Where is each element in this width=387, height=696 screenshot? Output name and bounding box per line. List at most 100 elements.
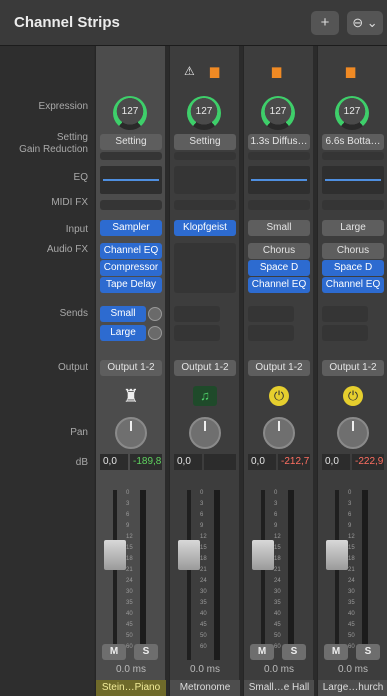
db-scale-tick: 35 xyxy=(348,600,355,606)
track-name[interactable]: Metronome xyxy=(170,680,240,696)
send-level-knob[interactable] xyxy=(148,307,162,321)
send-slot-empty[interactable] xyxy=(174,325,220,341)
pan-knob[interactable] xyxy=(337,417,369,449)
volume-fader[interactable] xyxy=(252,540,274,570)
volume-fader[interactable] xyxy=(104,540,126,570)
send-small[interactable]: Small xyxy=(100,306,146,322)
piano-icon[interactable]: ♜ xyxy=(119,386,143,406)
db-scale-tick: 40 xyxy=(348,611,355,617)
mute-button[interactable]: M xyxy=(324,644,348,660)
db-scale-tick: 24 xyxy=(274,578,281,584)
expression-value: 127 xyxy=(269,106,287,117)
audio-fx-slot-3[interactable]: Channel EQ xyxy=(248,277,310,293)
expression-value: 127 xyxy=(343,106,361,117)
db-scale-tick: 21 xyxy=(348,567,355,573)
audio-fx-slot-2[interactable]: Space D xyxy=(248,260,310,276)
eq-display[interactable] xyxy=(100,166,162,194)
output-button[interactable]: Output 1-2 xyxy=(248,360,310,376)
setting-button[interactable]: Setting xyxy=(174,134,236,150)
channel-strip-4[interactable]: ▆ 127 6.6s Botta… Large Chorus Space D C… xyxy=(317,46,387,696)
audio-fx-slot-3[interactable]: Tape Delay xyxy=(100,277,162,293)
track-name[interactable]: Small…e Hall xyxy=(244,680,314,696)
setting-button[interactable]: Setting xyxy=(100,134,162,150)
volume-fader[interactable] xyxy=(326,540,348,570)
db-scale-tick: 35 xyxy=(274,600,281,606)
midi-fx-slot[interactable] xyxy=(322,200,384,210)
db-scale-tick: 12 xyxy=(274,534,281,540)
audio-fx-slot-1[interactable]: Chorus xyxy=(322,243,384,259)
power-icon[interactable]: ⏻ xyxy=(343,386,363,406)
channel-strip-1[interactable]: 127 Setting Sampler Channel EQ Compresso… xyxy=(95,46,166,696)
db-peak: -212,7 xyxy=(278,454,310,470)
db-scale-tick: 45 xyxy=(126,622,133,628)
eq-display[interactable] xyxy=(248,166,310,194)
label-pan: Pan xyxy=(70,427,88,438)
music-note-icon[interactable]: ♫ xyxy=(193,386,217,406)
track-name[interactable]: Large…hurch xyxy=(318,680,387,696)
channel-strip-3[interactable]: ▆ 127 1.3s Diffus… Small Chorus Space D … xyxy=(243,46,314,696)
output-button[interactable]: Output 1-2 xyxy=(322,360,384,376)
send-slot-empty[interactable] xyxy=(248,306,294,322)
input-slot[interactable]: Klopfgeist xyxy=(174,220,236,236)
channel-strip-2[interactable]: ⚠ ▆ 127 Setting Klopfgeist Output 1-2 ♫ … xyxy=(169,46,240,696)
output-button[interactable]: Output 1-2 xyxy=(174,360,236,376)
db-scale-tick: 15 xyxy=(126,545,133,551)
label-expression: Expression xyxy=(38,101,88,112)
eq-display[interactable] xyxy=(322,166,384,194)
add-strip-button[interactable]: + xyxy=(311,11,339,35)
channel-strips-header: Channel Strips + ⊖ ⌄ xyxy=(0,0,387,46)
db-scale-tick: 6 xyxy=(348,512,352,518)
midi-fx-slot[interactable] xyxy=(174,200,236,210)
setting-button[interactable]: 1.3s Diffus… xyxy=(248,134,310,150)
label-input: Input xyxy=(65,224,88,235)
pan-knob[interactable] xyxy=(263,417,295,449)
audio-fx-slot-2[interactable]: Compressor xyxy=(100,260,162,276)
fader-track xyxy=(335,490,339,660)
mute-button[interactable]: M xyxy=(250,644,274,660)
expression-knob[interactable]: 127 xyxy=(187,96,221,130)
power-icon[interactable]: ⏻ xyxy=(269,386,289,406)
db-scale-tick: 45 xyxy=(274,622,281,628)
more-options-button[interactable]: ⊖ ⌄ xyxy=(347,11,383,35)
db-value: 0,0 xyxy=(248,454,276,470)
audio-fx-slot-3[interactable]: Channel EQ xyxy=(322,277,384,293)
expression-knob[interactable]: 127 xyxy=(335,96,369,130)
volume-fader[interactable] xyxy=(178,540,200,570)
setting-button[interactable]: 6.6s Botta… xyxy=(322,134,384,150)
input-slot[interactable]: Sampler xyxy=(100,220,162,236)
send-slot-empty[interactable] xyxy=(322,306,368,322)
send-level-knob[interactable] xyxy=(148,326,162,340)
db-scale-tick: 60 xyxy=(200,644,207,650)
send-slot-empty[interactable] xyxy=(174,306,220,322)
label-gain-reduction: Gain Reduction xyxy=(19,144,88,155)
pan-knob[interactable] xyxy=(189,417,221,449)
audio-fx-slot-2[interactable]: Space D xyxy=(322,260,384,276)
send-large[interactable]: Large xyxy=(100,325,146,341)
db-scale-tick: 0 xyxy=(348,490,352,496)
midi-fx-slot[interactable] xyxy=(248,200,310,210)
db-peak: -222,9 xyxy=(352,454,384,470)
output-button[interactable]: Output 1-2 xyxy=(100,360,162,376)
db-scale-tick: 3 xyxy=(348,501,352,507)
db-scale-tick: 3 xyxy=(200,501,204,507)
input-slot[interactable]: Large xyxy=(322,220,384,236)
db-scale-tick: 60 xyxy=(126,644,133,650)
send-slot-empty[interactable] xyxy=(248,325,294,341)
midi-fx-slot[interactable] xyxy=(100,200,162,210)
latency-label: 0.0 ms xyxy=(115,664,146,675)
track-name[interactable]: Stein…Piano xyxy=(96,680,166,696)
expression-knob[interactable]: 127 xyxy=(113,96,147,130)
audio-fx-slot-1[interactable]: Chorus xyxy=(248,243,310,259)
pan-knob[interactable] xyxy=(115,417,147,449)
db-scale-tick: 50 xyxy=(348,633,355,639)
send-slot-empty[interactable] xyxy=(322,325,368,341)
audio-fx-slot-1[interactable]: Channel EQ xyxy=(100,243,162,259)
db-scale-tick: 50 xyxy=(126,633,133,639)
eq-slot[interactable] xyxy=(174,166,236,194)
audio-fx-slot-empty[interactable] xyxy=(174,243,236,293)
mute-button[interactable]: M xyxy=(102,644,126,660)
input-slot[interactable]: Small xyxy=(248,220,310,236)
db-peak: -189,8 xyxy=(130,454,162,470)
db-scale-tick: 40 xyxy=(126,611,133,617)
expression-knob[interactable]: 127 xyxy=(261,96,295,130)
